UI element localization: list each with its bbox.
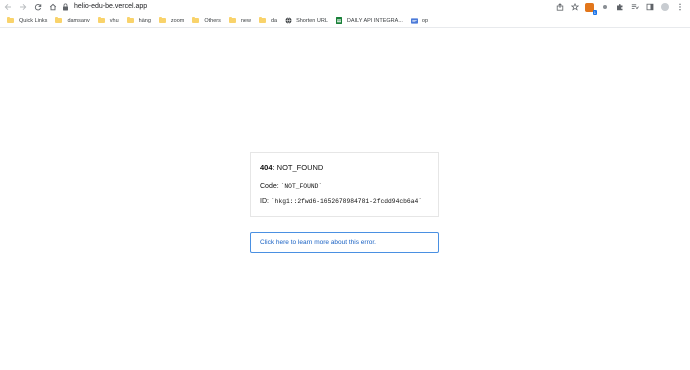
profile-button[interactable] bbox=[658, 1, 671, 14]
metamask-extension-button[interactable]: 1 bbox=[583, 1, 597, 15]
error-title: 404: NOT_FOUND bbox=[260, 163, 323, 172]
bookmark-hang[interactable]: hàng bbox=[124, 15, 154, 27]
folder-icon bbox=[228, 17, 236, 23]
home-icon bbox=[49, 3, 57, 11]
extensions-button[interactable] bbox=[613, 1, 626, 14]
bookmark-vhu[interactable]: vhu bbox=[95, 15, 122, 27]
error-id-label: ID: bbox=[260, 198, 271, 205]
share-icon bbox=[556, 3, 563, 11]
learn-more-link[interactable]: Click here to learn more about this erro… bbox=[250, 232, 439, 253]
reading-list-icon bbox=[631, 4, 639, 10]
lock-icon bbox=[60, 2, 70, 12]
side-panel-button[interactable] bbox=[643, 1, 656, 14]
forward-button[interactable] bbox=[16, 0, 30, 14]
bookmark-label: Others bbox=[204, 17, 221, 24]
bookmark-label: da bbox=[270, 17, 278, 24]
folder-icon bbox=[55, 17, 63, 23]
error-id-value: `hkg1::2fwd6-1652678984781-2fcdd94cb6a4` bbox=[270, 198, 423, 205]
bookmark-label: vhu bbox=[109, 17, 119, 24]
side-panel-icon bbox=[646, 3, 653, 11]
back-button[interactable] bbox=[1, 0, 15, 14]
folder-icon bbox=[7, 17, 14, 23]
folder-icon bbox=[97, 17, 105, 23]
bookmark-daily-api[interactable]: DAILY API INTEGRA... bbox=[333, 15, 406, 27]
arrow-right-icon bbox=[20, 3, 27, 11]
bookmark-new[interactable]: new bbox=[226, 15, 254, 27]
error-card: 404: NOT_FOUND Code: `NOT_FOUND` ID: `hk… bbox=[250, 152, 439, 217]
bookmark-label: op bbox=[421, 17, 429, 24]
extension-button[interactable] bbox=[598, 1, 611, 14]
menu-button[interactable] bbox=[673, 1, 686, 14]
arrow-left-icon bbox=[4, 3, 11, 11]
folder-icon bbox=[158, 17, 166, 23]
more-vertical-icon bbox=[678, 3, 681, 11]
bookmark-shorten-url[interactable]: Shorten URL bbox=[282, 15, 331, 27]
error-title-suffix: : NOT_FOUND bbox=[272, 163, 324, 172]
globe-icon bbox=[285, 17, 292, 24]
bookmark-star-button[interactable] bbox=[568, 1, 581, 14]
error-code-label: Code: bbox=[260, 183, 281, 190]
home-button[interactable] bbox=[46, 0, 60, 14]
puzzle-icon bbox=[616, 4, 622, 11]
sheets-icon bbox=[336, 17, 343, 24]
folder-icon bbox=[192, 17, 200, 23]
bookmark-label: zoom bbox=[170, 17, 185, 24]
star-icon bbox=[570, 3, 579, 11]
reload-icon bbox=[34, 4, 42, 11]
bookmark-da[interactable]: da bbox=[256, 15, 280, 27]
dot-extension-icon bbox=[602, 5, 607, 9]
folder-icon bbox=[258, 17, 266, 23]
bookmark-label: Shorten URL bbox=[296, 17, 328, 24]
bookmark-label: damsanv bbox=[67, 17, 90, 24]
avatar bbox=[660, 3, 669, 11]
url-text: helio-edu-be.vercel.app bbox=[74, 3, 148, 10]
metamask-icon: 1 bbox=[585, 2, 597, 15]
bookmark-label: hàng bbox=[138, 17, 151, 24]
bookmark-zoom[interactable]: zoom bbox=[156, 15, 187, 27]
reading-list-button[interactable] bbox=[628, 1, 641, 14]
bookmark-label: new bbox=[240, 17, 251, 24]
browser-toolbar: helio-edu-be.vercel.app 1 bbox=[0, 0, 690, 15]
bookmark-others[interactable]: Others bbox=[189, 15, 224, 27]
bookmark-quick-links[interactable]: Quick Links bbox=[4, 15, 50, 27]
folder-icon bbox=[126, 17, 134, 23]
share-button[interactable] bbox=[553, 1, 566, 14]
docs-icon bbox=[410, 17, 418, 24]
address-bar[interactable]: helio-edu-be.vercel.app bbox=[60, 0, 575, 13]
error-id-line: ID: `hkg1::2fwd6-1652678984781-2fcdd94cb… bbox=[260, 198, 422, 205]
bookmark-damsanv[interactable]: damsanv bbox=[52, 15, 92, 27]
bookmark-label: Quick Links bbox=[19, 17, 48, 24]
error-code-number: 404 bbox=[260, 163, 273, 172]
reload-button[interactable] bbox=[31, 0, 45, 14]
error-code-line: Code: `NOT_FOUND` bbox=[260, 183, 322, 190]
toolbar-actions: 1 bbox=[553, 0, 686, 15]
bookmarks-bar: Quick Links damsanv vhu hàng zoom Others… bbox=[0, 14, 690, 28]
error-code-value: `NOT_FOUND` bbox=[280, 183, 323, 190]
bookmark-label: DAILY API INTEGRA... bbox=[346, 17, 403, 24]
bookmark-op[interactable]: op bbox=[408, 15, 431, 27]
